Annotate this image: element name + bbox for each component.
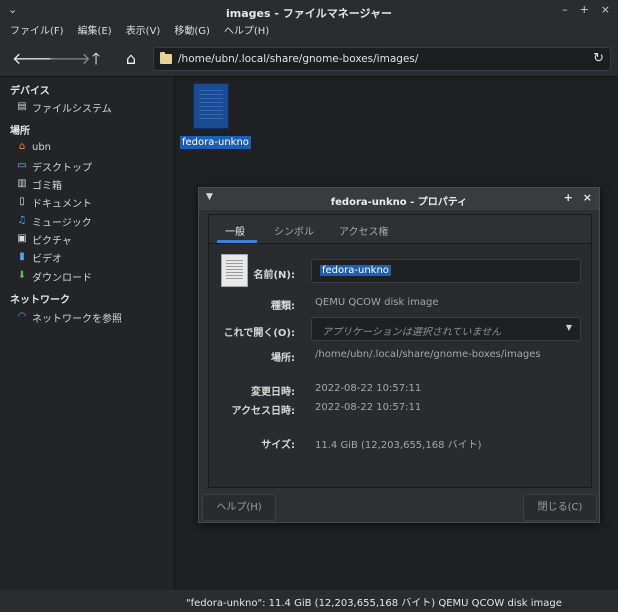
sidebar-item-desktop[interactable]: ▭ デスクトップ (16, 158, 92, 174)
type-label: 種類: (271, 301, 295, 312)
sidebar-item-label: ドキュメント (32, 198, 92, 210)
sidebar-item-trash[interactable]: ▥ ゴミ箱 (16, 176, 62, 192)
tab-general[interactable]: 一般 (225, 223, 245, 238)
location-path[interactable]: /home/ubn/.local/share/gnome-boxes/image… (178, 53, 418, 65)
back-arrow-icon[interactable]: 🡐 (12, 48, 55, 70)
size-label: サイズ: (261, 440, 295, 451)
location-bar[interactable]: /home/ubn/.local/share/gnome-boxes/image… (153, 47, 611, 71)
name-label: 名前(N): (253, 270, 295, 281)
size-value: 11.4 GiB (12,203,655,168 バイト) (315, 440, 482, 451)
sidebar-item-filesystem[interactable]: ▤ ファイルシステム (16, 99, 112, 115)
window-title: images - ファイルマネージャー (226, 7, 392, 20)
file-type-icon (221, 254, 248, 287)
status-bar: "fedora-unkno": 11.4 GiB (12,203,655,168… (0, 590, 618, 612)
sidebar-item-label: ubn (32, 141, 52, 153)
tab-bar: 一般 シンボル アクセス権 (209, 215, 591, 244)
dialog-controls: + × (564, 191, 592, 204)
folder-icon (160, 52, 172, 64)
sidebar-header-network: ネットワーク (10, 295, 70, 306)
location-value: /home/ubn/.local/share/gnome-boxes/image… (315, 349, 541, 360)
close-window-button[interactable]: × (601, 3, 610, 16)
trash-icon: ▥ (17, 178, 27, 189)
tab-permissions[interactable]: アクセス権 (339, 223, 389, 238)
sidebar-header-devices: デバイス (10, 86, 50, 97)
properties-notebook: 一般 シンボル アクセス権 名前(N): fedora-unkno 種類: QE… (208, 214, 592, 488)
picture-icon: ▣ (17, 233, 27, 244)
location-label: 場所: (271, 353, 295, 364)
window-controls: – + × (562, 3, 610, 16)
sidebar-item-documents[interactable]: ▯ ドキュメント (16, 194, 92, 210)
video-icon: ▮ (19, 251, 25, 262)
drive-icon: ▤ (17, 101, 27, 112)
sidebar-item-home[interactable]: ⌂ ubn (16, 139, 51, 155)
accessed-label: アクセス日時: (231, 406, 296, 417)
sidebar-item-label: ミュージック (32, 217, 92, 229)
status-text: "fedora-unkno": 11.4 GiB (12,203,655,168… (186, 598, 562, 609)
open-with-label: これで開く(O): (223, 328, 295, 339)
sidebar-item-label: ピクチャ (32, 235, 72, 247)
window-titlebar: ⌄ images - ファイルマネージャー – + × (0, 0, 618, 24)
dialog-close-icon[interactable]: × (583, 191, 592, 204)
sidebar-header-places: 場所 (10, 126, 30, 137)
home-icon[interactable]: ⌂ (120, 48, 142, 70)
desktop-icon: ▭ (17, 160, 27, 171)
accessed-value: 2022-08-22 10:57:11 (315, 402, 422, 413)
sidebar-item-downloads[interactable]: ⬇ ダウンロード (16, 268, 92, 284)
sidebar-item-label: ダウンロード (32, 272, 92, 284)
music-icon: ♫ (17, 215, 27, 226)
document-icon: ▯ (19, 196, 25, 207)
menu-go[interactable]: 移動(G) (174, 24, 210, 42)
open-with-value: アプリケーションは選択されていません (322, 327, 502, 338)
sidebar-item-label: デスクトップ (32, 162, 92, 174)
chevron-down-icon: ▼ (565, 323, 572, 332)
download-icon: ⬇ (17, 270, 27, 281)
disk-image-file-icon[interactable] (193, 83, 229, 129)
sidebar: デバイス ▤ ファイルシステム 場所 ⌂ ubn ▭ デスクトップ ▥ ゴミ箱 … (0, 77, 175, 590)
sidebar-item-label: ビデオ (32, 253, 62, 265)
sidebar-item-videos[interactable]: ▮ ビデオ (16, 249, 62, 265)
maximize-button[interactable]: + (580, 3, 589, 16)
menu-help[interactable]: ヘルプ(H) (224, 24, 269, 42)
tab-emblems[interactable]: シンボル (274, 223, 314, 238)
dialog-title: fedora-unkno - プロパティ (330, 197, 468, 208)
name-field[interactable]: fedora-unkno (311, 259, 581, 283)
sidebar-item-browse-network[interactable]: ◠ ネットワークを参照 (16, 309, 122, 325)
sidebar-item-pictures[interactable]: ▣ ピクチャ (16, 231, 72, 247)
toolbar: 🡐 🡒 🡑 ⌂ /home/ubn/.local/share/gnome-box… (0, 42, 618, 77)
dialog-titlebar: ▼ fedora-unkno - プロパティ + × (199, 188, 599, 210)
menu-file[interactable]: ファイル(F) (10, 24, 64, 42)
home-icon: ⌂ (18, 141, 26, 152)
sidebar-item-label: ゴミ箱 (32, 180, 62, 192)
modified-label: 変更日時: (251, 387, 295, 398)
help-button[interactable]: ヘルプ(H) (202, 494, 276, 521)
up-arrow-icon[interactable]: 🡑 (85, 48, 107, 70)
forward-arrow-icon[interactable]: 🡒 (48, 48, 91, 70)
open-with-dropdown[interactable]: アプリケーションは選択されていません ▼ (311, 317, 581, 341)
menu-edit[interactable]: 編集(E) (78, 24, 112, 42)
dialog-maximize-button[interactable]: + (564, 191, 573, 204)
active-tab-indicator (217, 240, 257, 243)
sidebar-item-label: ネットワークを参照 (32, 313, 122, 325)
menu-view[interactable]: 表示(V) (126, 24, 161, 42)
sidebar-item-music[interactable]: ♫ ミュージック (16, 213, 92, 229)
file-name-label[interactable]: fedora-unkno (180, 136, 251, 149)
modified-value: 2022-08-22 10:57:11 (315, 383, 422, 394)
network-icon: ◠ (17, 311, 27, 322)
type-value: QEMU QCOW disk image (315, 297, 439, 308)
close-button[interactable]: 閉じる(C) (523, 494, 597, 521)
properties-dialog: ▼ fedora-unkno - プロパティ + × 一般 シンボル アクセス権… (198, 187, 600, 523)
name-field-value[interactable]: fedora-unkno (320, 265, 391, 276)
reload-icon[interactable]: ↻ (593, 51, 604, 66)
sidebar-item-label: ファイルシステム (32, 103, 112, 115)
minimize-button[interactable]: – (562, 3, 568, 16)
menu-bar: ファイル(F) 編集(E) 表示(V) 移動(G) ヘルプ(H) (0, 24, 618, 42)
